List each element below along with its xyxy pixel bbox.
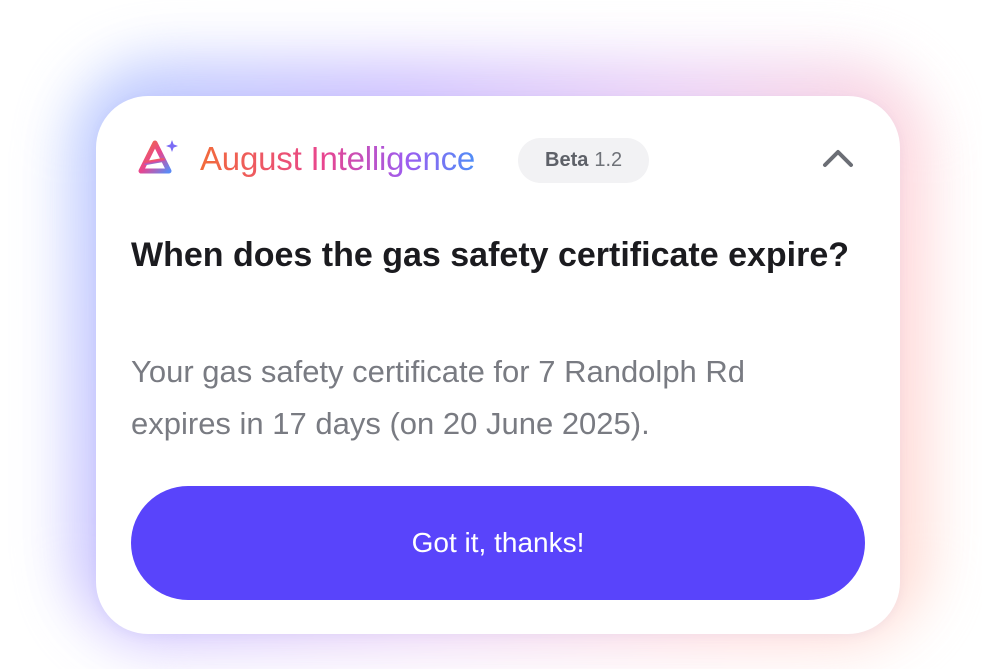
card-header: August Intelligence Beta 1.2 bbox=[96, 96, 900, 226]
answer-text: Your gas safety certificate for 7 Randol… bbox=[131, 354, 746, 441]
assistant-card: August Intelligence Beta 1.2 When does t… bbox=[96, 96, 900, 634]
august-logo-icon bbox=[136, 138, 180, 178]
brand-title: August Intelligence bbox=[200, 140, 476, 177]
got-it-button[interactable]: Got it, thanks! bbox=[131, 486, 865, 600]
question-heading: When does the gas safety certificate exp… bbox=[131, 236, 850, 274]
version-badge: Beta 1.2 bbox=[518, 138, 650, 183]
chevron-up-icon[interactable] bbox=[820, 144, 856, 172]
badge-version: 1.2 bbox=[594, 149, 623, 171]
badge-label: Beta bbox=[545, 149, 589, 171]
